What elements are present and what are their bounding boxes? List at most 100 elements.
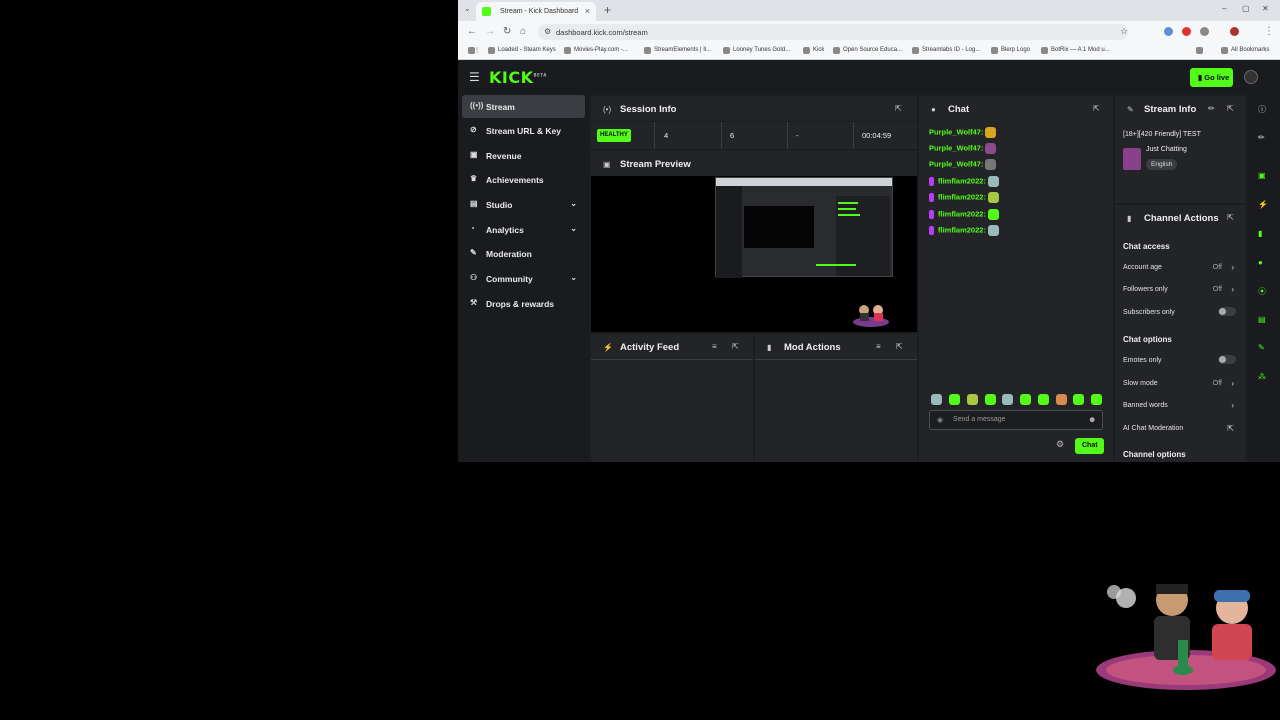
bookmark-item[interactable]: StreamElements | Il... [644,47,711,54]
bookmark-item[interactable]: Loaded - Steam Keys [488,47,556,54]
stream-preview-video[interactable] [591,176,917,332]
chat-message[interactable]: flimflam2022: [929,176,999,187]
filter-icon[interactable]: ≡ [876,342,881,351]
section-title: Chat options [1123,335,1172,344]
edit-pencil-icon[interactable]: ✏ [1258,133,1265,142]
sidebar-item-stream-url[interactable]: ⊘ Stream URL & Key [462,119,585,142]
ai-moderation-setting[interactable]: AI Chat Moderation ⇱ [1123,424,1236,433]
stream-info-widget-icon[interactable]: ▤ [1258,315,1266,324]
sidebar-item-stream[interactable]: ((•)) Stream [462,95,585,118]
sidebar-item-community[interactable]: ⚇ Community ⌄ [462,267,585,290]
popout-icon[interactable]: ⇱ [1093,104,1100,113]
all-bookmarks[interactable]: All Bookmarks [1221,47,1269,54]
sidebar-item-studio[interactable]: ▤ Studio ⌄ [462,193,585,216]
close-tab-icon[interactable]: × [585,6,590,16]
sidebar-item-achievements[interactable]: ♛ Achievements [462,168,585,191]
subscribers-only-toggle[interactable] [1218,307,1236,316]
category-cover [1123,148,1141,170]
home-icon[interactable]: ⌂ [520,26,526,37]
panel-title: Stream Info [1144,104,1197,115]
sidebar-item-drops[interactable]: ⚒ Drops & rewards [462,292,585,315]
site-info-icon[interactable]: ⚙ [544,27,551,36]
preview-widget-icon[interactable]: ▣ [1258,171,1266,180]
bookmark-item[interactable]: Looney Tunes Gold... [723,47,790,54]
avatar[interactable] [1244,70,1258,84]
more-widgets-icon[interactable]: ⁂ [1258,372,1266,381]
chat-message[interactable]: Purple_Wolf47: [929,127,997,138]
emoji-icon[interactable]: ☻ [1088,415,1096,424]
stream-duration: 00:04:59 [862,131,892,140]
minimize-icon[interactable]: – [1222,4,1226,13]
chat-message[interactable]: Purple_Wolf47: [929,159,997,170]
close-window-icon[interactable]: ✕ [1262,4,1269,13]
bookmark-item[interactable]: Kick [803,47,824,54]
session-stat: 6 [730,131,735,140]
bookmark-item[interactable]: BotRix — A 1 Mod u... [1041,47,1110,54]
popout-icon[interactable]: ⇱ [1227,213,1234,222]
go-live-button[interactable]: ▮ Go live [1190,68,1233,87]
followers-only-setting[interactable]: Followers only Off › [1123,285,1236,294]
bookmark-item[interactable]: Open Source Educa... [833,47,902,54]
extension-icon[interactable] [1182,27,1191,36]
kick-logo[interactable]: KICKBETA [489,68,547,87]
chevron-right-icon: › [1231,285,1234,294]
emote-bar[interactable] [931,394,1102,405]
panel-title: Session Info [620,104,677,115]
chat-widget-icon[interactable]: ● [1258,258,1263,267]
session-widget-icon[interactable]: ⦿ [1258,286,1266,297]
chat-input[interactable]: ◉ Send a message ☻ [929,410,1103,430]
popout-icon[interactable]: ⇱ [896,342,903,351]
banned-words-setting[interactable]: Banned words › [1123,401,1236,410]
panel-title: Mod Actions [784,342,841,353]
sidebar-item-revenue[interactable]: ▣ Revenue [462,144,585,167]
edit-pencil-icon[interactable]: ✏ [1208,104,1215,113]
forward-icon[interactable]: → [485,26,495,37]
activity-widget-icon[interactable]: ⚡ [1258,200,1268,209]
chat-settings-gear-icon[interactable]: ⚙ [1056,439,1064,450]
tab-search-icon[interactable]: ⌄ [464,4,471,13]
analytics-icon: ◔ [470,224,475,233]
chat-message[interactable]: flimflam2022: [929,209,999,220]
channel-actions-widget-icon[interactable]: ✎ [1258,343,1265,352]
panel-title: Stream Preview [620,159,691,170]
popout-icon[interactable]: ⇱ [732,342,739,351]
maximize-icon[interactable]: ▢ [1242,4,1250,13]
sidebar-item-analytics[interactable]: ◔ Analytics ⌄ [462,218,585,241]
sidebar-item-moderation[interactable]: ✎ Moderation [462,242,585,265]
send-chat-button[interactable]: Chat [1075,438,1104,454]
bookmark-item[interactable]: Movies-Play.com -... [564,47,628,54]
popout-icon[interactable]: ⇱ [895,104,902,113]
address-bar[interactable]: ⚙ dashboard.kick.com/stream [538,24,1128,40]
stream-title: [18+][420 Friendly] TEST [1123,131,1201,138]
moderator-badge-icon [929,193,934,202]
divider [787,122,788,149]
mod-widget-icon[interactable]: ▮ [1258,229,1262,238]
extensions-puzzle-icon[interactable] [1200,27,1209,36]
chat-message[interactable]: flimflam2022: [929,225,999,236]
popout-icon[interactable]: ⇱ [1227,104,1234,113]
bookmark-item[interactable]: Blerp Logo [991,47,1030,54]
bookmark-item[interactable]: Streamlabs ID - Log... [912,47,980,54]
bookmark-star-icon[interactable]: ☆ [1120,26,1128,37]
reload-icon[interactable]: ↻ [503,26,511,37]
chat-mode-icon[interactable]: ◉ [937,416,943,424]
profile-avatar-icon[interactable] [1230,27,1239,36]
slow-mode-setting[interactable]: Slow mode Off › [1123,379,1236,388]
new-tab-icon[interactable]: + [604,3,611,17]
back-icon[interactable]: ← [467,26,477,37]
more-bookmarks-icon[interactable]: » [1196,47,1204,54]
section-title: Channel options [1123,450,1186,459]
menu-icon[interactable]: ☰ [469,70,480,84]
chat-message[interactable]: Purple_Wolf47: [929,143,997,154]
emotes-only-toggle[interactable] [1218,355,1236,364]
apps-icon[interactable]: ⋮⋮ [468,47,480,54]
browser-menu-icon[interactable]: ⋮ [1264,26,1274,37]
info-icon[interactable]: ⓘ [1258,104,1266,115]
stream-category[interactable]: Just Chatting [1146,146,1187,153]
widget-rail: ⓘ ✏ ▣ ⚡ ▮ ● ⦿ ▤ ✎ ⁂ [1248,93,1280,462]
filter-icon[interactable]: ≡ [712,342,717,351]
account-age-setting[interactable]: Account age Off › [1123,263,1236,272]
browser-tab[interactable]: Stream - Kick Dashboard × [476,2,596,21]
chat-message[interactable]: flimflam2022: [929,192,999,203]
extension-icon[interactable] [1164,27,1173,36]
